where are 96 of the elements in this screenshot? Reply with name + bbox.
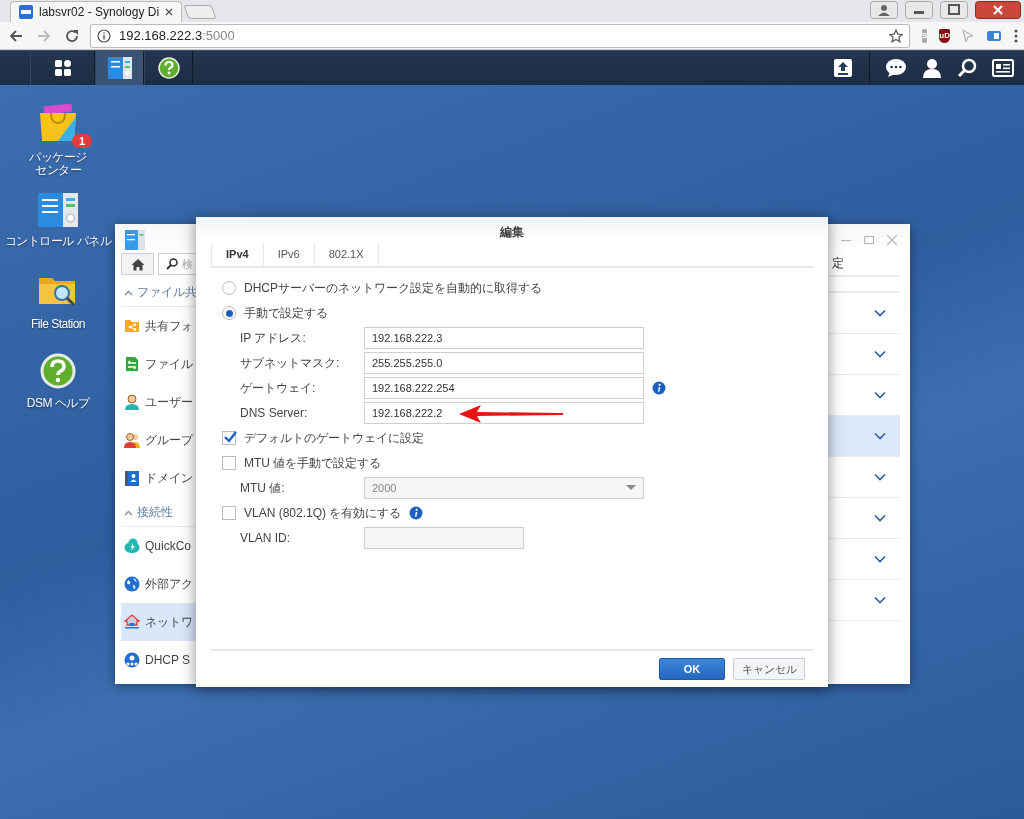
back-icon[interactable] xyxy=(8,27,24,44)
panel-icon xyxy=(107,57,132,79)
user-icon xyxy=(124,394,140,410)
address-bar[interactable]: 192.168.222.3:5000 xyxy=(90,23,910,48)
input-field[interactable]: 192.168.222.254 xyxy=(364,377,644,399)
input-field[interactable]: 192.168.222.2 xyxy=(364,402,644,424)
info-icon[interactable] xyxy=(409,506,424,520)
chevron-up-icon xyxy=(124,509,133,516)
home-button[interactable] xyxy=(121,253,154,275)
folder-share-icon xyxy=(124,318,140,334)
cloud-bolt-icon xyxy=(124,538,140,554)
checkbox[interactable] xyxy=(222,456,236,470)
field-label: IP アドレス: xyxy=(240,329,307,347)
sidebar-item[interactable]: グループ xyxy=(121,421,196,459)
globe-icon xyxy=(124,576,140,592)
shield-icon[interactable]: uD xyxy=(939,28,950,43)
field-label: サブネットマスク: xyxy=(240,354,341,372)
file-arrows-icon xyxy=(124,356,140,372)
field-label: VLAN ID: xyxy=(240,531,291,545)
shopping-bag-icon xyxy=(38,103,78,143)
dialog-title: 編集 xyxy=(196,217,828,243)
option-label: 手動で設定する xyxy=(244,304,328,322)
sidebar-item[interactable]: ドメイン xyxy=(121,459,196,497)
cancel-button[interactable]: キャンセル xyxy=(733,658,805,680)
desktop-icon-label[interactable]: File Station xyxy=(31,318,85,331)
profile-icon[interactable] xyxy=(870,1,898,19)
group-icon xyxy=(124,432,140,448)
input-field[interactable]: 255.255.255.0 xyxy=(364,352,644,374)
menu-icon[interactable] xyxy=(1014,28,1018,43)
chevron-down-icon[interactable] xyxy=(874,473,886,481)
option-label: VLAN (802.1Q) を有効にする xyxy=(244,504,402,522)
panel-icon xyxy=(38,193,78,227)
close-icon[interactable] xyxy=(165,8,174,16)
search-placeholder: 検 xyxy=(182,256,193,272)
desktop-icon-label[interactable]: パッケージセンター xyxy=(26,151,90,177)
sidebar-item[interactable]: ネットワ xyxy=(121,603,196,641)
card-icon[interactable] xyxy=(986,29,1002,42)
grid-icon xyxy=(52,58,73,78)
help-icon xyxy=(157,57,180,79)
house-network-icon xyxy=(124,614,140,630)
upload-icon[interactable] xyxy=(833,58,853,78)
option-label: MTU 値を手動で設定する xyxy=(244,454,382,472)
chevron-down-icon[interactable] xyxy=(874,432,886,440)
chevron-down-icon[interactable] xyxy=(874,309,886,317)
browser-tab[interactable]: labsvr02 - Synology Di xyxy=(10,1,183,22)
widget-icon[interactable] xyxy=(992,59,1014,77)
tab[interactable]: IPv4 xyxy=(211,243,264,266)
sidebar-item[interactable]: QuickCo xyxy=(121,527,196,565)
checkbox[interactable] xyxy=(222,431,236,445)
notification-badge: 1 xyxy=(71,134,92,148)
field-label: MTU 値: xyxy=(240,479,286,497)
favicon-icon xyxy=(19,5,33,19)
checkbox[interactable] xyxy=(222,506,236,520)
url-text: 192.168.222.3:5000 xyxy=(119,28,235,43)
panel-icon xyxy=(125,229,145,250)
desktop-icon-label[interactable]: コントロール パネル xyxy=(4,235,112,248)
maximize-icon[interactable] xyxy=(940,1,968,19)
chevron-down-icon[interactable] xyxy=(874,350,886,358)
close-icon[interactable] xyxy=(975,1,1021,19)
chevron-down-icon[interactable] xyxy=(874,555,886,563)
star-icon[interactable] xyxy=(889,28,903,43)
reload-icon[interactable] xyxy=(64,27,80,44)
user-icon[interactable] xyxy=(922,58,942,78)
tab[interactable]: 802.1X xyxy=(314,243,379,266)
minimize-icon[interactable] xyxy=(905,1,933,19)
tab[interactable]: IPv6 xyxy=(263,243,315,266)
info-icon xyxy=(97,28,111,43)
sidebar-item[interactable]: 外部アク xyxy=(121,565,196,603)
option-label: デフォルトのゲートウェイに設定 xyxy=(244,429,424,447)
contact-book-icon xyxy=(124,470,140,486)
sidebar-item[interactable]: DHCP S xyxy=(121,641,196,679)
chevron-up-icon xyxy=(124,289,133,296)
chat-icon[interactable] xyxy=(885,58,907,78)
chevron-down-icon[interactable] xyxy=(874,596,886,604)
radio-button[interactable] xyxy=(222,281,236,295)
toolbar-label[interactable]: 定 xyxy=(832,254,844,272)
ok-button[interactable]: OK xyxy=(659,658,725,680)
input-field[interactable]: 192.168.222.3 xyxy=(364,327,644,349)
network-node-icon xyxy=(124,652,140,668)
option-label: DHCPサーバーのネットワーク設定を自動的に取得する xyxy=(244,279,542,297)
desktop-icon-label[interactable]: DSM ヘルプ xyxy=(26,397,90,410)
field-label: DNS Server: xyxy=(240,406,309,420)
chevron-down-icon[interactable] xyxy=(874,514,886,522)
sidebar-item[interactable]: 共有フォ xyxy=(121,307,196,345)
sidebar-item[interactable]: ファイル xyxy=(121,345,196,383)
search-icon[interactable] xyxy=(957,58,977,78)
radio-button[interactable] xyxy=(222,306,236,320)
home-icon xyxy=(130,257,145,271)
caret-icon xyxy=(626,485,636,491)
help-icon xyxy=(40,353,76,389)
taskbar-app-button[interactable] xyxy=(95,50,144,86)
chevron-down-icon[interactable] xyxy=(874,391,886,399)
search-icon xyxy=(166,258,178,270)
field-label: ゲートウェイ: xyxy=(240,379,317,397)
sidebar-item[interactable]: ユーザー xyxy=(121,383,196,421)
info-icon[interactable] xyxy=(652,381,666,395)
